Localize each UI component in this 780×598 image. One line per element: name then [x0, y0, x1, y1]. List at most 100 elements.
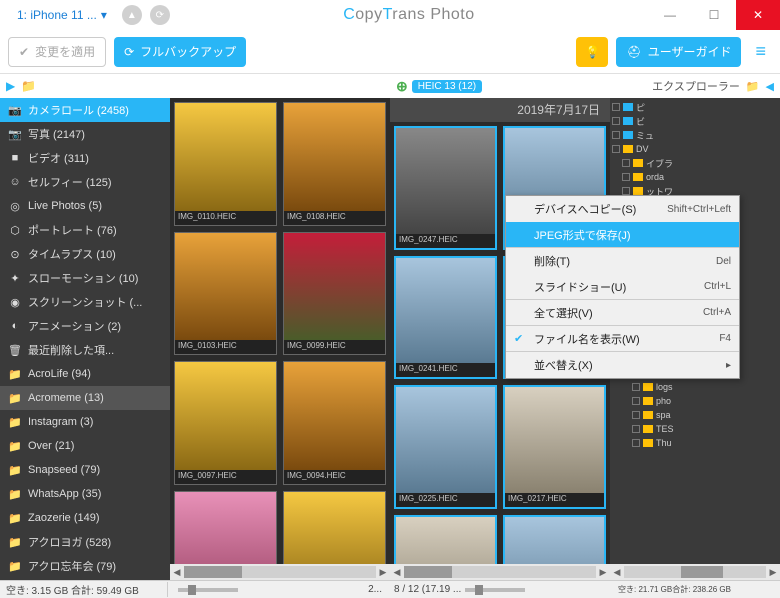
thumbnail[interactable]: IMG_0247.HEIC — [394, 126, 497, 250]
sidebar-label: アニメーション (2) — [28, 318, 121, 334]
add-icon[interactable]: ⊕ — [396, 78, 408, 95]
sidebar-item[interactable]: 📁Over (21) — [0, 434, 170, 458]
sidebar-label: アクロ忘年会 (79) — [28, 558, 116, 574]
sidebar-icon: ◎ — [8, 200, 22, 213]
context-menu-item[interactable]: 全て選択(V)Ctrl+A — [506, 300, 739, 326]
left-hscroll[interactable]: ◀▶ — [170, 564, 390, 580]
sidebar-item[interactable]: 📁アクロヨガ (528) — [0, 530, 170, 554]
folder-icon[interactable]: 📁 — [746, 80, 760, 93]
zoom-slider-left[interactable] — [178, 588, 238, 592]
minimize-button[interactable]: — — [648, 0, 692, 30]
folder-icon[interactable]: 📁 — [21, 79, 36, 93]
context-menu-item[interactable]: ✔ファイル名を表示(W)F4 — [506, 326, 739, 352]
sidebar-item[interactable]: 📁Zaozerie (149) — [0, 506, 170, 530]
tree-row[interactable]: Thu — [612, 436, 778, 450]
hint-button[interactable]: 💡 — [576, 37, 608, 67]
zoom-slider-mid[interactable] — [465, 588, 525, 592]
checkbox-icon[interactable] — [612, 131, 620, 139]
thumbnail[interactable]: IMG_0241.HEIC — [394, 256, 497, 380]
thumbnail[interactable]: IMG_0097.HEIC — [174, 361, 277, 485]
tree-row[interactable]: ピ — [612, 100, 778, 114]
tree-row[interactable]: logs — [612, 380, 778, 394]
refresh-icon[interactable]: ⟳ — [150, 5, 170, 25]
left-panel: IMG_0110.HEICIMG_0108.HEICIMG_0103.HEICI… — [170, 74, 390, 580]
checkbox-icon[interactable] — [622, 159, 630, 167]
right-hscroll[interactable]: ◀▶ — [610, 564, 780, 580]
checkbox-icon[interactable] — [612, 103, 620, 111]
sidebar-item[interactable]: 🗑最近削除した項... — [0, 338, 170, 362]
tree-row[interactable]: ミュ — [612, 128, 778, 142]
context-menu-item[interactable]: スライドショー(U)Ctrl+L — [506, 274, 739, 300]
sidebar-item[interactable]: ⊙タイムラプス (10) — [0, 242, 170, 266]
sidebar-item[interactable]: ■ビデオ (311) — [0, 146, 170, 170]
thumbnail[interactable]: IMG_0089.HEIC — [174, 491, 277, 564]
checkbox-icon[interactable] — [632, 397, 640, 405]
sidebar-label: スクリーンショット (... — [28, 294, 142, 310]
sidebar-item[interactable]: ✦スローモーション (10) — [0, 266, 170, 290]
checkbox-icon[interactable] — [632, 411, 640, 419]
play-icon[interactable]: ◀ — [766, 80, 774, 93]
checkbox-icon[interactable] — [632, 383, 640, 391]
thumbnail[interactable]: IMG_0217.HEIC — [503, 385, 606, 509]
device-dropdown[interactable]: 1: iPhone 11 ... ▾ — [10, 5, 114, 25]
thumb-label: IMG_0099.HEIC — [284, 340, 385, 354]
sidebar-item[interactable]: ◉スクリーンショット (... — [0, 290, 170, 314]
sidebar-item[interactable]: ◐アニメーション (2) — [0, 314, 170, 338]
maximize-button[interactable]: ☐ — [692, 0, 736, 30]
play-icon[interactable]: ▶ — [6, 79, 15, 93]
sidebar-item[interactable]: ⬡ポートレート (76) — [0, 218, 170, 242]
ctx-shortcut: Ctrl+A — [703, 307, 731, 318]
checkbox-icon[interactable] — [622, 173, 630, 181]
thumb-image — [175, 103, 276, 211]
close-button[interactable]: ✕ — [736, 0, 780, 30]
thumbnail[interactable]: IMG_0110.HEIC — [174, 102, 277, 226]
tree-row[interactable]: イブラ — [612, 156, 778, 170]
tree-row[interactable]: ビ — [612, 114, 778, 128]
thumbnail[interactable]: IMG_0103.HEIC — [174, 232, 277, 356]
tree-label: TES — [656, 424, 674, 434]
sidebar-item[interactable]: 📁Snapseed (79) — [0, 458, 170, 482]
context-menu-item[interactable]: 並べ替え(X)▸ — [506, 352, 739, 378]
eject-icon[interactable]: ▲ — [122, 5, 142, 25]
checkbox-icon[interactable] — [612, 117, 620, 125]
titlebar: 1: iPhone 11 ... ▾ ▲ ⟳ CopyTrans Photo —… — [0, 0, 780, 30]
tree-row[interactable]: DV — [612, 142, 778, 156]
menu-button[interactable]: ≡ — [749, 41, 772, 62]
sidebar-item[interactable]: 📷写真 (2147) — [0, 122, 170, 146]
tree-label: pho — [656, 396, 671, 406]
tree-row[interactable]: pho — [612, 394, 778, 408]
thumbnail[interactable]: IMG_0088.HEIC — [283, 491, 386, 564]
tree-row[interactable]: orda — [612, 170, 778, 184]
folder-icon — [633, 159, 643, 167]
checkbox-icon[interactable] — [632, 425, 640, 433]
mid-hscroll[interactable]: ◀▶ — [390, 564, 610, 580]
sidebar-item[interactable]: 📷カメラロール (2458) — [0, 98, 170, 122]
sidebar-item[interactable]: ☺セルフィー (125) — [0, 170, 170, 194]
userguide-button[interactable]: ⛑ ユーザーガイド — [616, 37, 741, 67]
backup-button[interactable]: ⟳ フルバックアップ — [114, 37, 246, 67]
sidebar-item[interactable]: 📁Instagram (3) — [0, 410, 170, 434]
thumbnail[interactable]: IMG_0094.HEIC — [283, 361, 386, 485]
thumbnail[interactable]: IMG_0225.HEIC — [394, 385, 497, 509]
checkbox-icon[interactable] — [622, 187, 630, 195]
tree-row[interactable]: TES — [612, 422, 778, 436]
thumbnail[interactable]: IMG_0099.HEIC — [283, 232, 386, 356]
check-icon: ✔ — [19, 45, 29, 59]
tree-row[interactable]: spa — [612, 408, 778, 422]
context-menu-item[interactable]: デバイスへコピー(S)Shift+Ctrl+Left — [506, 196, 739, 222]
sidebar-item[interactable]: ◎Live Photos (5) — [0, 194, 170, 218]
thumbnail[interactable]: IMG_0108.HEIC — [283, 102, 386, 226]
sidebar-item[interactable]: 📁AcroLife (94) — [0, 362, 170, 386]
sidebar-item[interactable]: 📁アクロ忘年会 (79) — [0, 554, 170, 578]
folder-icon — [623, 103, 633, 111]
sidebar-item[interactable]: 📁WhatsApp (35) — [0, 482, 170, 506]
sidebar-label: アクロヨガ (528) — [28, 534, 111, 550]
sidebar-item[interactable]: 📁Acromeme (13) — [0, 386, 170, 410]
checkbox-icon[interactable] — [632, 439, 640, 447]
context-menu-item[interactable]: JPEG形式で保存(J) — [506, 222, 739, 248]
checkbox-icon[interactable] — [612, 145, 620, 153]
apply-button[interactable]: ✔ 変更を適用 — [8, 37, 106, 67]
thumbnail[interactable]: IMG_0202.HEIC — [503, 515, 606, 564]
thumbnail[interactable]: IMG_0202.HEIC — [394, 515, 497, 564]
context-menu-item[interactable]: 削除(T)Del — [506, 248, 739, 274]
